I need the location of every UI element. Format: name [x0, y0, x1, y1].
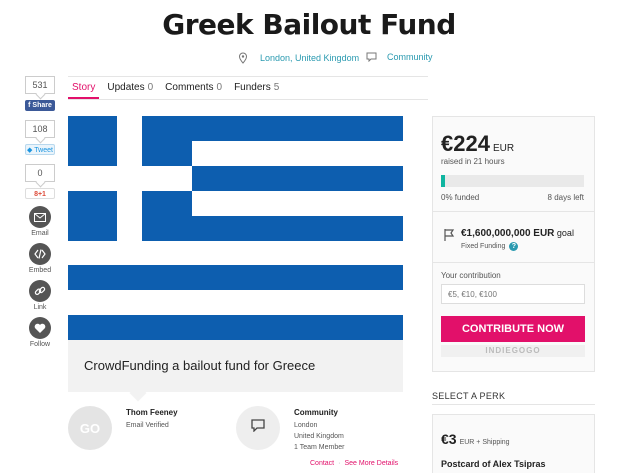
funding-type: Fixed Funding ? — [461, 242, 519, 251]
twitter-count: 108 — [25, 120, 55, 138]
envelope-icon — [29, 206, 51, 228]
tab-updates[interactable]: Updates 0 — [103, 77, 157, 99]
team-avatar — [236, 406, 280, 450]
contribution-input[interactable] — [441, 284, 585, 304]
divider — [432, 404, 595, 405]
tweet-label: Tweet — [34, 147, 53, 154]
goal-value: €1,600,000,000 EUR — [461, 228, 555, 239]
story-caption: CrowdFunding a bailout fund for Greece — [68, 340, 403, 392]
location-link[interactable]: London, United Kingdom — [238, 52, 359, 64]
perk-name: Postcard of Alex Tsipras — [441, 459, 546, 469]
link-icon — [29, 280, 51, 302]
perk-price-value: €3 — [441, 431, 457, 447]
follow-action[interactable]: Follow — [22, 317, 58, 348]
owner-name[interactable]: Thom Feeney — [126, 408, 178, 417]
tab-updates-label: Updates — [107, 82, 145, 93]
team-city: London — [294, 422, 318, 429]
raised-time: raised in 21 hours — [441, 157, 505, 166]
facebook-share-button[interactable]: f Share — [25, 100, 55, 111]
code-icon — [29, 243, 51, 265]
divider — [433, 211, 594, 212]
owner-avatar[interactable]: GO — [68, 406, 112, 450]
flag-icon — [443, 228, 455, 247]
divider — [433, 262, 594, 263]
tab-funders-count: 5 — [273, 82, 280, 93]
link-action[interactable]: Link — [22, 280, 58, 311]
perk-card[interactable]: €3 EUR + Shipping Postcard of Alex Tsipra… — [432, 414, 595, 473]
team-category: Community — [294, 408, 338, 417]
perk-price-note: EUR + Shipping — [459, 439, 510, 446]
see-more-details-link[interactable]: See More Details — [344, 460, 398, 467]
facebook-count: 531 — [25, 76, 55, 94]
funded-percent: 0% funded — [441, 193, 480, 202]
campaign-owner[interactable]: GO Thom Feeney Email Verified — [68, 406, 178, 450]
tab-story[interactable]: Story — [68, 77, 100, 99]
time-left: 8 days left — [547, 193, 584, 202]
link-separator: · — [338, 460, 341, 467]
perk-price: €3 EUR + Shipping — [441, 431, 510, 447]
owner-status: Email Verified — [126, 422, 169, 429]
tweet-button[interactable]: ◆ Tweet — [25, 144, 55, 155]
tab-funders-label: Funders — [234, 82, 271, 93]
contribution-label: Your contribution — [441, 271, 501, 280]
funding-type-label: Fixed Funding — [461, 243, 506, 250]
follow-label: Follow — [29, 341, 51, 348]
tab-comments-label: Comments — [165, 82, 214, 93]
tab-comments-count: 0 — [216, 82, 223, 93]
tab-funders[interactable]: Funders 5 — [230, 77, 283, 99]
tab-comments[interactable]: Comments 0 — [161, 77, 226, 99]
amount-currency: EUR — [492, 143, 515, 154]
funding-panel: €224 EUR raised in 21 hours 0% funded 8 d… — [432, 116, 595, 372]
email-label: Email — [31, 230, 49, 237]
link-label: Link — [33, 304, 47, 311]
tab-updates-count: 0 — [147, 82, 154, 93]
facebook-share-label: Share — [32, 102, 52, 109]
campaign-title: Greek Bailout Fund — [162, 8, 456, 41]
team-country: United Kingdom — [294, 433, 344, 440]
email-action[interactable]: Email — [22, 206, 58, 237]
location-text: London, United Kingdom — [260, 53, 360, 63]
gplus-count: 0 — [25, 164, 55, 182]
funding-progress-bar — [441, 175, 584, 187]
contribute-now-button[interactable]: CONTRIBUTE NOW — [441, 316, 585, 342]
help-icon[interactable]: ? — [509, 242, 519, 251]
speech-bubble-icon — [251, 419, 265, 437]
embed-label: Embed — [28, 267, 52, 274]
embed-action[interactable]: Embed — [22, 243, 58, 274]
amount-value: €224 — [441, 131, 490, 156]
team-members: 1 Team Member — [294, 444, 345, 451]
share-rail: 531 f Share 108 ◆ Tweet 0 8+1 Email Embe… — [22, 76, 58, 348]
goal-suffix: goal — [556, 228, 574, 238]
contact-link[interactable]: Contact — [310, 460, 334, 467]
gplus-button[interactable]: 8+1 — [25, 188, 55, 199]
amount-raised: €224 EUR — [441, 131, 514, 157]
campaign-tabs: Story Updates 0 Comments 0 Funders 5 — [68, 76, 428, 100]
map-pin-icon — [238, 52, 248, 64]
goal-amount: €1,600,000,000 EUR goal — [461, 228, 574, 239]
progress-fill — [441, 175, 445, 187]
tab-story-label: Story — [72, 82, 96, 93]
category-text: Community — [387, 52, 433, 62]
twitter-bird-icon: ◆ — [27, 147, 33, 154]
category-link[interactable]: Community — [366, 52, 433, 62]
indiegogo-logo: INDIEGOGO — [441, 345, 585, 357]
greek-flag-image — [68, 116, 403, 340]
perks-heading: SELECT A PERK — [432, 391, 506, 401]
speech-bubble-icon — [366, 52, 377, 62]
facebook-icon: f — [28, 102, 31, 109]
owner-links: Contact · See More Details — [310, 460, 398, 467]
campaign-team: Community London United Kingdom 1 Team M… — [236, 406, 344, 453]
avatar-logo-text: GO — [79, 420, 101, 436]
heart-icon — [29, 317, 51, 339]
